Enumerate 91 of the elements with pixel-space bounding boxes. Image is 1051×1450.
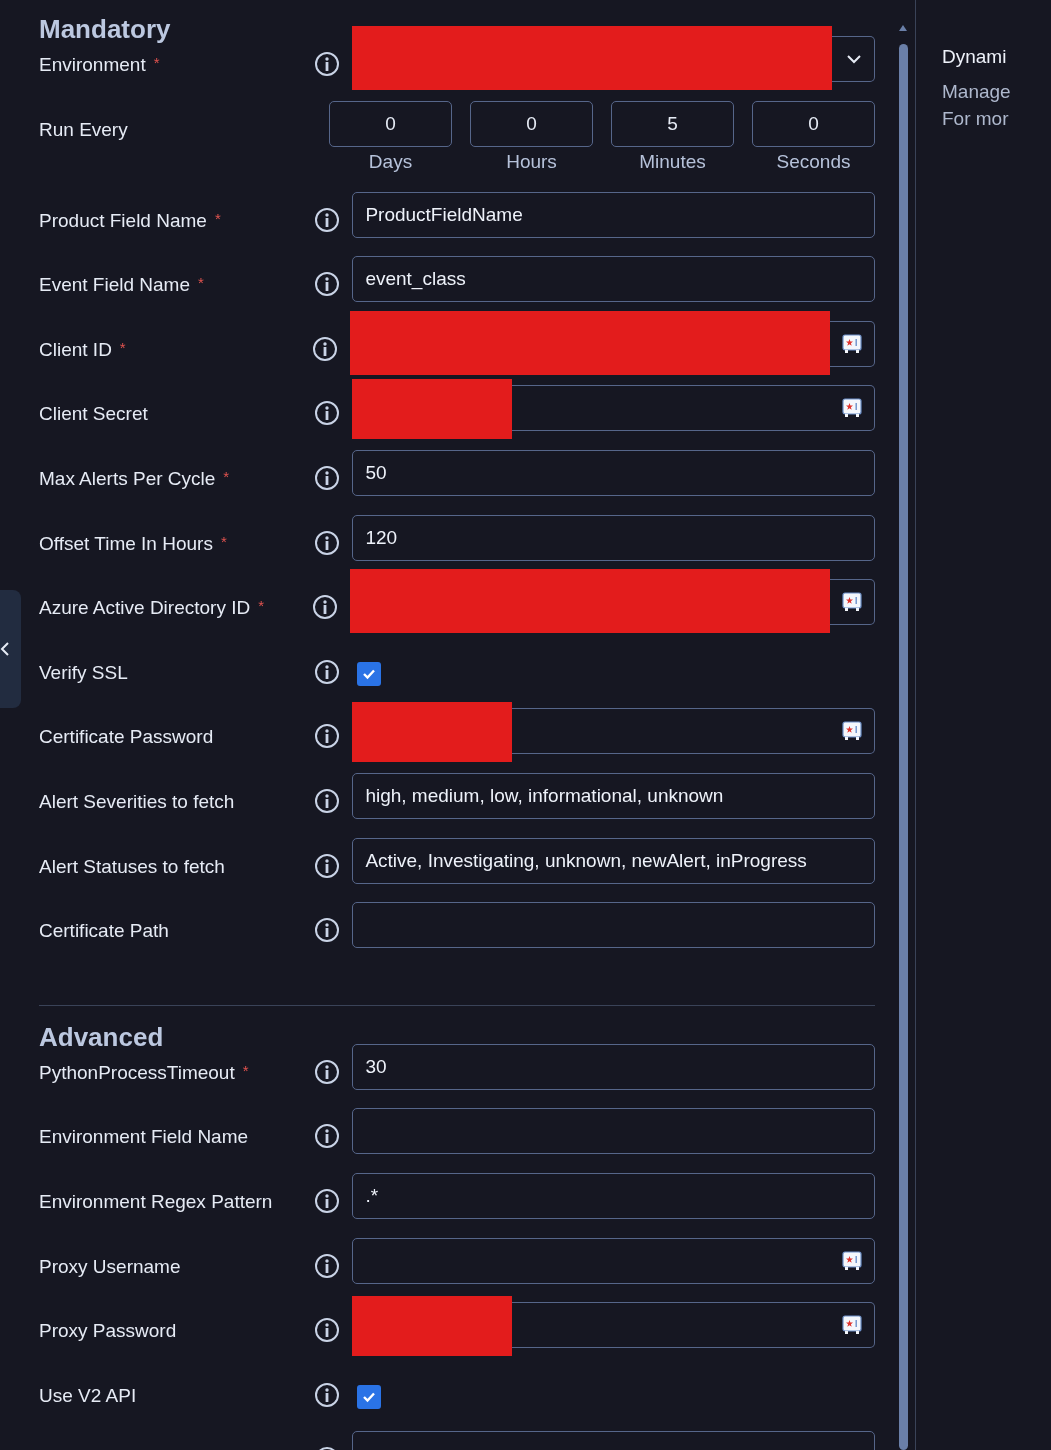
field-label: Environment Field Name [39, 1126, 249, 1149]
unit-label: Hours [506, 150, 557, 173]
input-field[interactable] [830, 320, 875, 367]
field-label: Certificate Path [39, 920, 169, 943]
section-heading: Mandatory [39, 13, 172, 46]
info-icon[interactable] [314, 723, 341, 750]
checkmark-icon [362, 667, 377, 680]
field-label: PythonProcessTimeout [39, 1061, 235, 1084]
input-field[interactable]: .* [352, 1172, 875, 1219]
input-field[interactable] [512, 708, 875, 755]
number-field[interactable]: 0 [470, 100, 593, 147]
vault-icon[interactable] [842, 398, 862, 419]
vault-icon[interactable] [842, 333, 862, 354]
panel-text: For mor [942, 107, 1010, 131]
info-icon[interactable] [314, 1187, 341, 1214]
number-field[interactable]: 5 [611, 100, 734, 147]
required-asterisk: * [214, 209, 221, 227]
info-icon[interactable] [314, 1317, 341, 1344]
input-field[interactable] [352, 1237, 875, 1284]
field-label: Alert Severities to fetch [39, 790, 235, 813]
field-label: Client Secret [39, 403, 148, 426]
field-label: Proxy Password [39, 1320, 177, 1343]
dropdown-field[interactable] [832, 36, 875, 82]
input-field[interactable]: ProductFieldName [352, 191, 875, 238]
field-label: Environment Regex Pattern [39, 1190, 273, 1213]
input-field[interactable] [830, 579, 875, 626]
required-asterisk: * [220, 532, 227, 550]
vault-icon[interactable] [842, 721, 862, 742]
scrollbar-thumb[interactable] [898, 44, 908, 1450]
info-icon[interactable] [314, 787, 341, 814]
info-icon[interactable] [314, 852, 341, 879]
field-label: Max Alerts Per Cycle [39, 467, 216, 490]
scroll-up-icon[interactable] [898, 24, 908, 32]
required-asterisk: * [242, 1061, 249, 1079]
unit-label: Seconds [776, 150, 851, 173]
info-icon[interactable] [314, 1058, 341, 1085]
info-icon[interactable] [314, 51, 341, 77]
info-icon[interactable] [314, 1381, 341, 1408]
input-field[interactable]: high, medium, low, informational, unknown [352, 772, 875, 819]
panel-title: Dynami [942, 46, 1008, 68]
input-field[interactable] [352, 902, 875, 949]
vault-icon[interactable] [842, 1315, 862, 1336]
info-icon[interactable] [314, 400, 341, 427]
field-label: Offset Time In Hours [39, 532, 213, 555]
required-asterisk: * [153, 54, 160, 71]
field-label: Proxy Username [39, 1255, 181, 1278]
field-label: Event Field Name [39, 274, 190, 297]
number-field[interactable]: 0 [752, 100, 875, 147]
vault-icon[interactable] [842, 592, 862, 613]
checkbox[interactable] [357, 1384, 382, 1409]
field-label: Product Field Name [39, 209, 207, 232]
unit-label: Minutes [639, 150, 706, 173]
unit-label: Days [368, 150, 413, 173]
required-asterisk: * [119, 338, 126, 356]
info-icon[interactable] [314, 529, 341, 556]
section-heading: Advanced [39, 1020, 165, 1054]
field-label: Environment [39, 54, 146, 76]
vault-icon[interactable] [842, 1250, 862, 1271]
field-label: Client ID [39, 338, 112, 361]
checkbox[interactable] [357, 661, 382, 686]
info-icon[interactable] [314, 917, 341, 944]
field-label: Verify SSL [39, 661, 128, 684]
info-icon[interactable] [314, 658, 341, 685]
info-icon[interactable] [314, 1123, 341, 1150]
field-label: Certificate Password [39, 726, 214, 749]
info-icon[interactable] [314, 1252, 341, 1279]
input-field[interactable] [512, 385, 875, 432]
required-asterisk: * [258, 597, 264, 615]
info-icon[interactable] [314, 271, 341, 298]
panel-text: Manage [942, 80, 1012, 104]
info-icon[interactable] [312, 594, 339, 621]
input-field[interactable] [352, 1108, 875, 1155]
info-icon[interactable] [312, 335, 339, 362]
input-field[interactable]: event_class [352, 256, 875, 303]
chevron-down-icon [846, 54, 862, 64]
field-label: Alert Statuses to fetch [39, 855, 225, 878]
field-label: Use V2 API [39, 1384, 137, 1407]
required-asterisk: * [198, 274, 204, 292]
info-icon[interactable] [314, 206, 341, 233]
chevron-left-icon [0, 641, 10, 657]
input-field[interactable]: 120 [352, 514, 875, 561]
input-field[interactable] [512, 1302, 875, 1349]
field-label: Azure Active Directory ID [39, 597, 251, 620]
checkmark-icon [362, 1390, 377, 1403]
input-field[interactable]: 50 [352, 449, 875, 496]
input-field[interactable]: 30 [352, 1043, 875, 1090]
required-asterisk: * [223, 467, 230, 485]
field-label: Run Every [39, 118, 128, 141]
input-field[interactable]: Active, Investigating, unknown, newAlert, inProgress [352, 837, 875, 884]
info-icon[interactable] [314, 464, 341, 491]
number-field[interactable]: 0 [329, 100, 452, 147]
